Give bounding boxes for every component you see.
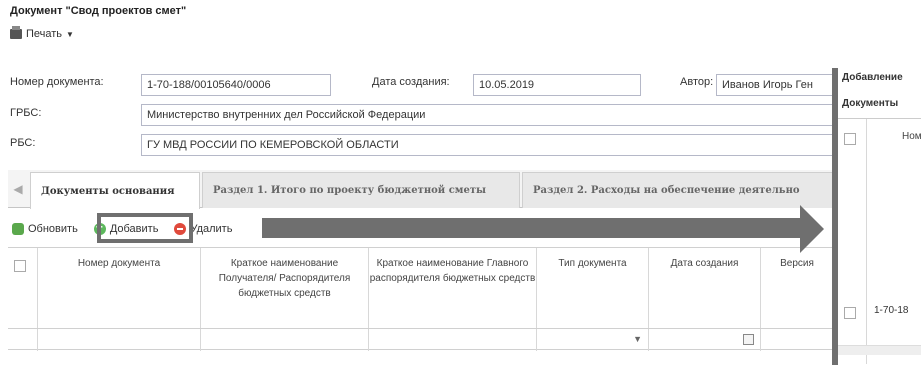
filter-created-date[interactable] — [649, 329, 761, 351]
rbs-label: РБС: — [10, 137, 36, 149]
dialog-select-all-checkbox[interactable] — [844, 133, 856, 145]
delete-label: Удалить — [190, 223, 233, 235]
add-dialog: Добавление Документы Ном 1-70-18 — [832, 68, 921, 365]
author-label: Автор: — [680, 76, 714, 88]
dialog-subtitle: Документы — [842, 98, 899, 109]
tab-section-1[interactable]: Раздел 1. Итого по проекту бюджетной сме… — [202, 172, 520, 208]
filter-main-manager-name[interactable] — [369, 329, 537, 351]
rbs-field[interactable]: ГУ МВД РОССИИ ПО КЕМЕРОВСКОЙ ОБЛАСТИ — [141, 134, 836, 156]
print-label: Печать — [26, 28, 63, 40]
doc-number-field[interactable]: 1-70-188/00105640/0006 — [141, 74, 331, 96]
dialog-title: Добавление — [842, 72, 903, 83]
printer-icon — [10, 26, 22, 39]
author-field[interactable]: Иванов Игорь Ген — [716, 74, 836, 96]
chevron-down-icon: ▼ — [66, 29, 74, 39]
document-window: Документ "Свод проектов смет" Печать ▼ Н… — [0, 0, 921, 365]
filter-doc-type[interactable]: ▼ — [537, 329, 649, 351]
tab-scroll-left-icon[interactable]: ◀ — [8, 170, 28, 208]
callout-arrow-head — [800, 205, 824, 253]
col-doc-type[interactable]: Тип документа — [537, 248, 649, 328]
dialog-col-number[interactable]: Ном — [902, 131, 921, 142]
dialog-grid: Ном 1-70-18 — [838, 118, 921, 364]
select-all-cell — [8, 248, 38, 328]
col-doc-number[interactable]: Номер документа — [38, 248, 201, 328]
tab-strip: ◀ Документы основания Раздел 1. Итого по… — [8, 170, 833, 209]
refresh-button[interactable]: Обновить — [8, 221, 82, 237]
add-button-highlight — [97, 213, 193, 243]
calendar-icon[interactable] — [743, 334, 754, 345]
filter-row: ▼ — [8, 328, 833, 351]
grbs-label: ГРБС: — [10, 107, 42, 119]
col-version[interactable]: Версия — [761, 248, 833, 328]
col-recipient-name[interactable]: Краткое наименование Получателя/ Распоря… — [201, 248, 369, 328]
filter-recipient-name[interactable] — [201, 329, 369, 351]
doc-number-label: Номер документа: — [10, 76, 104, 88]
refresh-label: Обновить — [28, 223, 78, 235]
filter-spacer — [8, 329, 38, 351]
refresh-icon — [12, 223, 24, 235]
window-title: Документ "Свод проектов смет" — [10, 5, 187, 17]
grbs-field[interactable]: Министерство внутренних дел Российской Ф… — [141, 104, 836, 126]
filter-version[interactable] — [761, 329, 833, 351]
dialog-row-number[interactable]: 1-70-18 — [874, 305, 908, 316]
dialog-horizontal-scrollbar[interactable] — [838, 345, 921, 355]
documents-grid: Номер документа Краткое наименование Пол… — [8, 247, 833, 357]
tab-basis-documents[interactable]: Документы основания — [30, 172, 200, 209]
col-main-manager-name[interactable]: Краткое наименование Главного распорядит… — [369, 248, 537, 328]
dialog-grid-divider — [866, 119, 867, 364]
created-label: Дата создания: — [372, 76, 450, 88]
col-created-date[interactable]: Дата создания — [649, 248, 761, 328]
tab-section-2[interactable]: Раздел 2. Расходы на обеспечение деятель… — [522, 172, 833, 208]
filter-doc-number[interactable] — [38, 329, 201, 351]
select-all-checkbox[interactable] — [14, 260, 26, 272]
chevron-down-icon[interactable]: ▼ — [633, 334, 642, 344]
dialog-row-checkbox[interactable] — [844, 307, 856, 319]
print-button[interactable]: Печать ▼ — [10, 24, 74, 44]
created-date-field[interactable]: 10.05.2019 — [473, 74, 641, 96]
callout-arrow — [262, 218, 807, 238]
